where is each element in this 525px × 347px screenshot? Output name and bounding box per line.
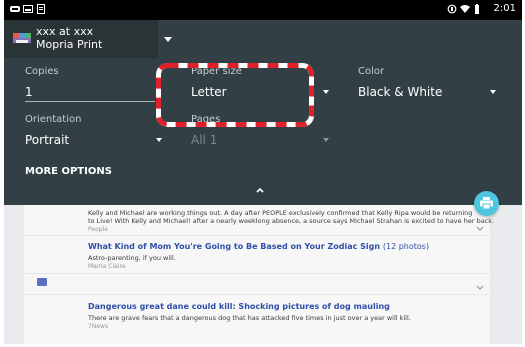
article-body-line: Kelly and Michael are working things out… xyxy=(88,209,473,217)
copies-input[interactable]: 1 xyxy=(25,85,33,99)
chevron-up-icon[interactable] xyxy=(255,185,265,195)
orientation-label: Orientation xyxy=(25,114,82,125)
color-dropdown-icon[interactable] xyxy=(490,90,496,94)
clipboard-icon xyxy=(37,4,45,14)
image-icon xyxy=(23,5,33,13)
article-snippet: Astro-parenting, if you will. xyxy=(88,254,176,262)
paper-size-dropdown-icon[interactable] xyxy=(323,90,329,94)
pages-dropdown-icon[interactable] xyxy=(323,138,329,142)
rotation-lock-icon xyxy=(447,4,457,14)
article-snippet: There are grave fears that a dangerous d… xyxy=(88,314,411,322)
printer-dropdown-icon[interactable] xyxy=(164,37,172,42)
article-title-text: What Kind of Mom You're Going to Be Base… xyxy=(88,242,381,251)
printer-selector[interactable]: xxx at xxx Mopria Print xyxy=(4,20,158,58)
article-title-link[interactable]: Dangerous great dane could kill: Shockin… xyxy=(88,302,390,311)
status-time: 2:01 xyxy=(493,3,516,14)
app-tile-icon[interactable] xyxy=(37,278,47,286)
orientation-dropdown-icon[interactable] xyxy=(156,138,162,142)
web-content: Kelly and Michael are working things out… xyxy=(4,205,522,344)
printer-icon xyxy=(13,33,31,43)
highlight-annotation xyxy=(156,63,314,127)
article-separator xyxy=(24,294,490,295)
article-source: 7News xyxy=(88,323,109,330)
printer-service: Mopria Print xyxy=(36,38,103,51)
print-icon xyxy=(480,197,493,210)
article-source: People xyxy=(88,226,108,233)
battery-icon xyxy=(475,4,479,14)
orientation-select[interactable]: Portrait xyxy=(25,133,69,147)
copies-underline xyxy=(25,101,155,102)
article-body-line: to Live! With Kelly and Michael! after a… xyxy=(88,217,495,225)
article-title-link[interactable]: What Kind of Mom You're Going to Be Base… xyxy=(88,242,429,251)
device-screen: 2:01 xxx at xxx Mopria Print Copies 1 Pa… xyxy=(4,0,522,344)
article-source: Mama Claire xyxy=(88,263,126,270)
color-select[interactable]: Black & White xyxy=(358,85,442,99)
article-separator xyxy=(24,235,490,236)
status-bar: 2:01 xyxy=(4,0,522,20)
wifi-icon xyxy=(460,5,470,13)
chevron-down-icon[interactable] xyxy=(476,283,484,291)
chevron-down-icon[interactable] xyxy=(476,224,484,232)
more-options-button[interactable]: MORE OPTIONS xyxy=(25,166,112,177)
print-fab-button[interactable] xyxy=(474,191,499,216)
article-separator xyxy=(24,273,490,274)
device-frame: 2:01 xxx at xxx Mopria Print Copies 1 Pa… xyxy=(0,0,525,347)
printer-name: xxx at xxx xyxy=(36,25,94,38)
color-label: Color xyxy=(358,66,385,77)
pages-select[interactable]: All 1 xyxy=(191,133,217,147)
photo-count: (12 photos) xyxy=(382,242,430,251)
notification-icon xyxy=(10,6,20,12)
copies-label: Copies xyxy=(25,66,59,77)
